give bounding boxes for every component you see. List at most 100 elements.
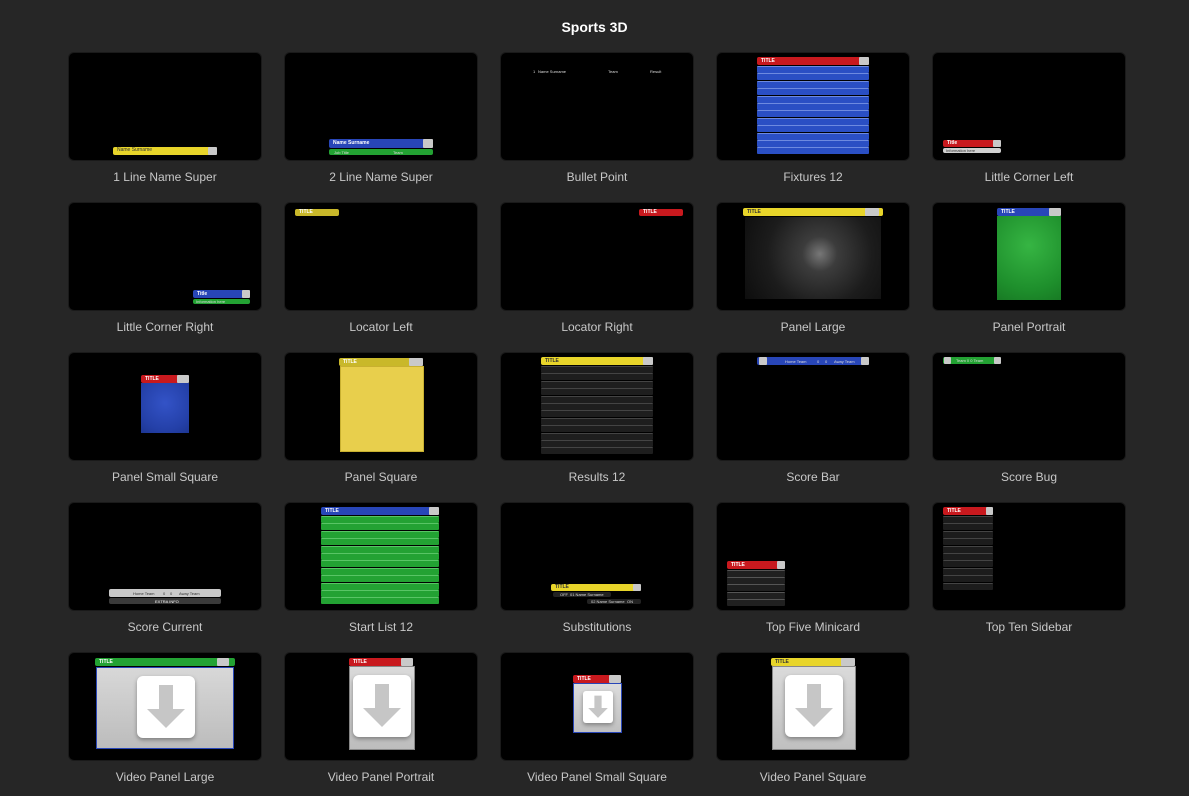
list-row (321, 567, 439, 575)
template-substitutions[interactable]: TITLE OFF 01 Name Surname 02 Name Surnam… (501, 503, 693, 643)
list-row (727, 570, 785, 577)
list-row (321, 545, 439, 553)
template-score-current[interactable]: Home Team 0 0 Away Team EXTRA INFO Score… (69, 503, 261, 643)
bar-cap (986, 507, 993, 515)
template-2-line-name-super[interactable]: Name Surname Job Title Team 2 Line Name … (285, 53, 477, 193)
title-text: TITLE (731, 562, 745, 568)
thumbnail: Team 0 0 Team (933, 353, 1125, 460)
score-bug-bar: Team 0 0 Team (943, 357, 1001, 364)
template-label: Locator Left (349, 320, 413, 334)
template-panel-large[interactable]: TITLE Panel Large (717, 203, 909, 343)
template-start-list-12[interactable]: TITLE Start List 12 (285, 503, 477, 643)
list-row (541, 373, 653, 381)
list-row (757, 125, 869, 133)
template-score-bug[interactable]: Team 0 0 Team Score Bug (933, 353, 1125, 493)
template-fixtures-12[interactable]: TITLE Fixtures 12 (717, 53, 909, 193)
list-row (943, 530, 993, 538)
thumbnail: TITLE (501, 353, 693, 460)
title-text: TITLE (643, 209, 657, 215)
title-text: TITLE (353, 659, 367, 665)
list-row (321, 597, 439, 605)
title-text: TITLE (555, 584, 569, 590)
extra-info-text: EXTRA INFO (155, 599, 179, 604)
template-video-panel-square[interactable]: TITLE Video Panel Square (717, 653, 909, 793)
bar-cap (777, 561, 785, 569)
template-label: Results 12 (568, 470, 626, 484)
video-drop-zone[interactable] (349, 666, 415, 750)
title-text: TITLE (775, 659, 789, 665)
template-locator-right[interactable]: TITLE Locator Right (501, 203, 693, 343)
list-row (757, 140, 869, 147)
list-row (757, 103, 869, 110)
bar-cap (429, 507, 439, 515)
bar-cap (208, 147, 217, 155)
title-text: TITLE (747, 209, 761, 215)
bar-cap-right (994, 357, 1001, 364)
title-text: TITLE (99, 659, 113, 665)
video-drop-zone[interactable] (573, 683, 622, 733)
thumbnail: TITLE (501, 653, 693, 760)
name-bar: Name Surname (329, 139, 433, 148)
list-row (321, 530, 439, 538)
thumbnail: Home Team 0 0 Away Team EXTRA INFO (69, 503, 261, 610)
template-video-panel-large[interactable]: TITLE Video Panel Large (69, 653, 261, 793)
template-bullet-point[interactable]: 1 Name Surname Team Result Bullet Point (501, 53, 693, 193)
template-locator-left[interactable]: TITLE Locator Left (285, 203, 477, 343)
template-label: Fixtures 12 (783, 170, 843, 184)
sub-on-row: 02 Name Surname ON (587, 599, 641, 604)
thumbnail: TITLE (933, 203, 1125, 310)
corner-info-bar: Information here (943, 148, 1001, 153)
list-row (757, 110, 869, 118)
template-label: Score Current (127, 620, 203, 634)
template-label: Top Five Minicard (765, 620, 861, 634)
bullet-name: Name Surname (538, 69, 567, 74)
list-row (321, 590, 439, 597)
home-team: Home Team (133, 591, 155, 596)
list-row (943, 553, 993, 560)
list-row (727, 598, 785, 606)
list-row (541, 403, 653, 410)
info-text: Information here (196, 299, 226, 304)
panel-title-bar: TITLE (573, 675, 621, 683)
template-panel-small-square[interactable]: TITLE Panel Small Square (69, 353, 261, 493)
template-video-panel-portrait[interactable]: TITLE Video Panel Portrait (285, 653, 477, 793)
title-text: TITLE (299, 209, 313, 215)
list-row (943, 582, 993, 590)
title-text: TITLE (577, 676, 591, 682)
panel-fill (141, 383, 189, 433)
thumbnail: TITLE (933, 503, 1125, 610)
list-row (757, 66, 869, 73)
list-row (541, 366, 653, 373)
template-grid: Name Surname 1 Line Name Super Name Surn… (0, 0, 1189, 796)
thumbnail: 1 Name Surname Team Result (501, 53, 693, 160)
template-panel-square[interactable]: TITLE Panel Square (285, 353, 477, 493)
template-label: Bullet Point (566, 170, 628, 184)
thumbnail: TITLE (69, 653, 261, 760)
template-label: Score Bug (1000, 470, 1058, 484)
list-row (757, 73, 869, 81)
template-little-corner-left[interactable]: Title Information here Little Corner Lef… (933, 53, 1125, 193)
list-row (541, 380, 653, 388)
template-top-five-minicard[interactable]: TITLE Top Five Minicard (717, 503, 909, 643)
template-little-corner-right[interactable]: Title Information here Little Corner Rig… (69, 203, 261, 343)
corner-title-bar: Title (193, 290, 250, 298)
download-arrow-icon (137, 676, 195, 738)
title-text: Title (197, 291, 208, 297)
off-player: 01 Name Surname (570, 592, 604, 597)
title-text: TITLE (325, 508, 339, 514)
panel-fill (997, 216, 1061, 300)
bar-cap (409, 358, 423, 366)
template-video-panel-small-square[interactable]: TITLE Video Panel Small Square (501, 653, 693, 793)
list-row (727, 591, 785, 599)
template-label: 2 Line Name Super (329, 170, 433, 184)
minicard-title-bar: TITLE (727, 561, 785, 569)
video-drop-zone[interactable] (772, 666, 856, 750)
template-1-line-name-super[interactable]: Name Surname 1 Line Name Super (69, 53, 261, 193)
template-results-12[interactable]: TITLE Results 12 (501, 353, 693, 493)
thumbnail: TITLE (717, 203, 909, 310)
thumbnail: TITLE (501, 203, 693, 310)
template-panel-portrait[interactable]: TITLE Panel Portrait (933, 203, 1125, 343)
video-drop-zone[interactable] (96, 667, 234, 749)
template-score-bar[interactable]: Home Team 0 0 Away Team Score Bar (717, 353, 909, 493)
template-top-ten-sidebar[interactable]: TITLE Top Ten Sidebar (933, 503, 1125, 643)
